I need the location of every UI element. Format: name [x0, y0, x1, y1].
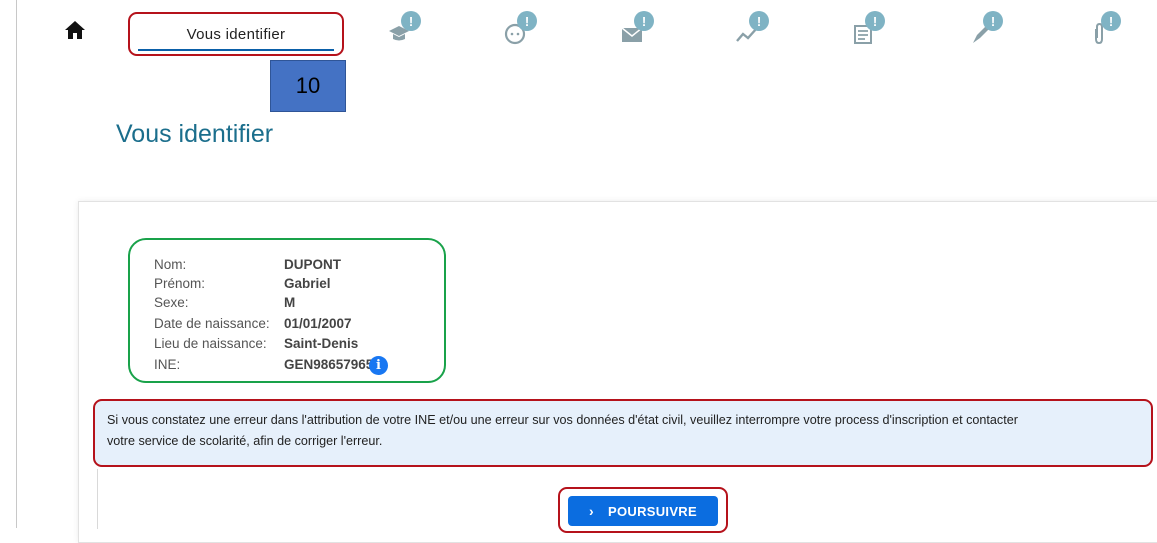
- field-label: Prénom:: [154, 276, 206, 291]
- nav-step-contact[interactable]: !: [620, 11, 656, 47]
- nav-step-formation[interactable]: !: [387, 11, 423, 47]
- top-navigation: Vous identifier ! ! ! ! ! ! !: [17, 0, 1157, 58]
- field-value: DUPONT: [284, 257, 341, 272]
- nav-step-attachments[interactable]: !: [1087, 11, 1123, 47]
- page-title: Vous identifier: [116, 120, 274, 148]
- step-number-callout: 10: [270, 60, 346, 112]
- divider: [97, 469, 98, 529]
- alert-badge: !: [865, 11, 885, 31]
- nav-step-personal[interactable]: !: [503, 11, 539, 47]
- field-value: Saint-Denis: [284, 336, 359, 351]
- field-value: M: [284, 295, 296, 310]
- field-label: Nom:: [154, 257, 187, 272]
- notice-line-1: Si vous constatez une erreur dans l'attr…: [107, 413, 1018, 427]
- alert-badge: !: [517, 11, 537, 31]
- alert-badge: !: [749, 11, 769, 31]
- tab-vous-identifier[interactable]: Vous identifier: [128, 12, 344, 56]
- field-value: Gabriel: [284, 276, 331, 291]
- alert-badge: !: [634, 11, 654, 31]
- identity-details: Nom: DUPONT Prénom: Gabriel Sexe: M Date…: [128, 238, 446, 383]
- alert-badge: !: [1101, 11, 1121, 31]
- continue-button[interactable]: › POURSUIVRE: [568, 496, 718, 526]
- left-border: [16, 0, 17, 528]
- ine-error-notice: Si vous constatez une erreur dans l'attr…: [93, 399, 1153, 467]
- nav-step-documents[interactable]: !: [851, 11, 887, 47]
- continue-button-label: POURSUIVRE: [608, 503, 697, 519]
- tab-label: Vous identifier: [186, 25, 286, 43]
- continue-button-highlight: › POURSUIVRE: [558, 487, 728, 533]
- nav-step-signature[interactable]: !: [969, 11, 1005, 47]
- field-label: INE:: [154, 357, 181, 372]
- alert-badge: !: [401, 11, 421, 31]
- field-label: Sexe:: [154, 295, 189, 310]
- field-value: 01/01/2007: [284, 316, 352, 331]
- identity-row-ine: INE: GEN98657965 i: [154, 356, 404, 375]
- field-label: Date de naissance:: [154, 316, 270, 331]
- home-icon[interactable]: [65, 21, 85, 39]
- alert-badge: !: [983, 11, 1003, 31]
- field-label: Lieu de naissance:: [154, 336, 267, 351]
- notice-line-2: votre service de scolarité, afin de corr…: [107, 434, 383, 448]
- chevron-right-icon: ›: [589, 503, 594, 519]
- info-icon[interactable]: i: [369, 356, 388, 375]
- nav-step-progression[interactable]: !: [735, 11, 771, 47]
- field-value: GEN98657965: [284, 357, 374, 372]
